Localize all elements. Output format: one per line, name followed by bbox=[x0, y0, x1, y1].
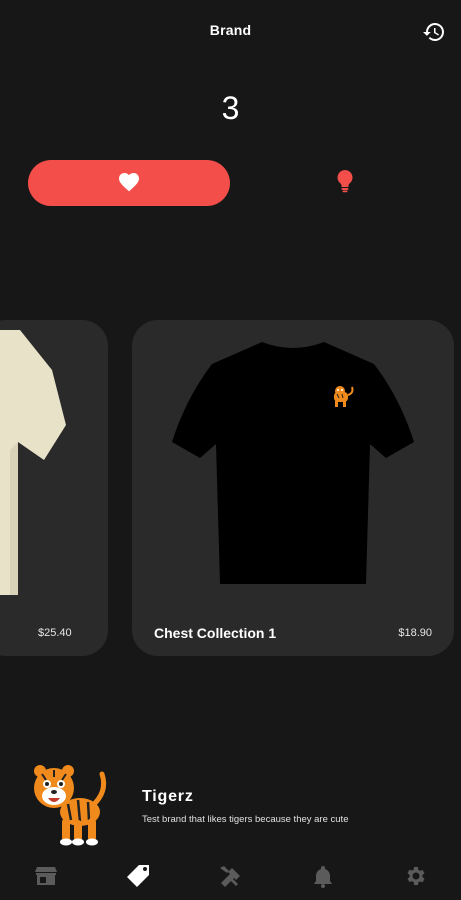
nav-tools[interactable] bbox=[210, 858, 250, 898]
product-image bbox=[0, 330, 108, 600]
nav-store[interactable] bbox=[26, 858, 66, 898]
nav-notifications[interactable] bbox=[303, 858, 343, 898]
tools-icon bbox=[218, 864, 242, 893]
nav-settings[interactable] bbox=[395, 858, 435, 898]
bottom-nav bbox=[0, 856, 461, 900]
product-image bbox=[162, 338, 424, 588]
product-name: Chest Collection 1 bbox=[154, 625, 277, 641]
bell-icon bbox=[313, 864, 333, 893]
swipe-count: 3 bbox=[221, 90, 240, 126]
gear-icon bbox=[403, 864, 427, 893]
brand-logo bbox=[28, 762, 112, 848]
product-card-previous[interactable]: $25.40 bbox=[0, 320, 108, 656]
heart-icon bbox=[117, 170, 141, 197]
lightbulb-icon bbox=[336, 169, 354, 198]
product-price: $25.40 bbox=[38, 627, 72, 639]
store-icon bbox=[35, 866, 58, 891]
nav-tags[interactable] bbox=[118, 858, 158, 898]
like-button[interactable] bbox=[28, 160, 230, 206]
product-card[interactable]: Chest Collection 1 $18.90 bbox=[132, 320, 454, 656]
product-price: $18.90 bbox=[398, 627, 432, 639]
page-title: Brand bbox=[209, 22, 252, 38]
tag-icon bbox=[125, 863, 151, 894]
idea-button[interactable] bbox=[330, 168, 360, 198]
app-bar: Brand bbox=[0, 0, 461, 64]
history-icon[interactable] bbox=[422, 20, 446, 44]
brand-description: Test brand that likes tigers because the… bbox=[142, 814, 349, 825]
brand-name: Tigerz bbox=[142, 788, 194, 805]
